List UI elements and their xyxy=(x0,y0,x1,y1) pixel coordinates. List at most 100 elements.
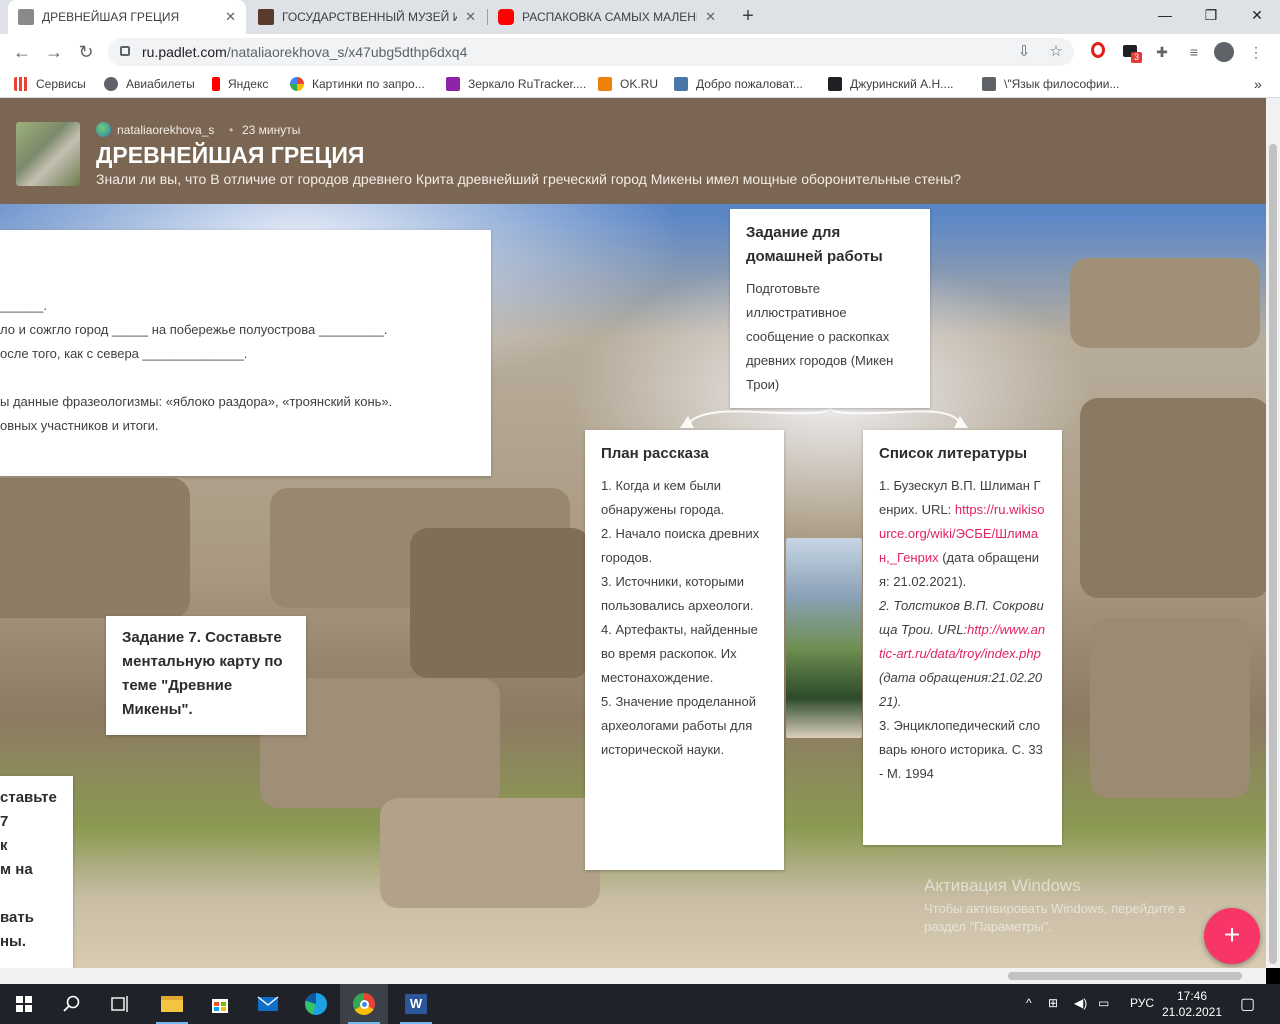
tab-strip: ДРЕВНЕЙШАЯ ГРЕЦИЯ ✕ ГОСУДАРСТВЕННЫЙ МУЗЕ… xyxy=(0,0,1280,34)
card-title: Список литературы xyxy=(879,445,1028,462)
background-rock xyxy=(380,798,600,908)
tab-youtube[interactable]: РАСПАКОВКА САМЫХ МАЛЕНЬ ✕ xyxy=(488,0,726,34)
opera-extension-icon[interactable] xyxy=(1088,42,1108,62)
youtube-favicon-icon xyxy=(498,9,514,25)
forward-icon[interactable]: → xyxy=(42,40,66,64)
more-bookmarks-icon[interactable]: » xyxy=(1254,76,1262,92)
back-icon[interactable]: ← xyxy=(10,40,34,64)
background-rock xyxy=(0,478,190,618)
tab-active[interactable]: ДРЕВНЕЙШАЯ ГРЕЦИЯ ✕ xyxy=(8,0,246,34)
page-title: ДРЕВНЕЙШАЯ ГРЕЦИЯ xyxy=(96,142,365,168)
scrollbar-thumb[interactable] xyxy=(1008,972,1242,980)
card-body: ______. ло и сожгло город _____ на побер… xyxy=(0,298,393,433)
card-plan[interactable]: План рассказа 1. Когда и кем были обнару… xyxy=(585,430,784,870)
card-title: План рассказа xyxy=(601,445,709,462)
task-view-icon[interactable] xyxy=(96,984,144,1024)
list-item: 5. Значение проделанной археологами рабо… xyxy=(601,694,756,757)
card-literature[interactable]: Список литературы 1. Бузескул В.П. Шлима… xyxy=(863,430,1062,845)
edge-icon[interactable] xyxy=(292,984,340,1024)
card-body: Подготовьте иллюстративное сообщение о р… xyxy=(746,281,894,392)
author-name[interactable]: nataliaorekhova_s xyxy=(117,123,214,137)
windows-taskbar: W ^ ⊞ ◀) ▭ РУС 17:46 21.02.2021 ▢ xyxy=(0,984,1280,1024)
notifications-icon[interactable]: ▢ xyxy=(1240,994,1255,1014)
list-item: 1. Когда и кем были обнаружены города. xyxy=(601,478,725,517)
extension-badge-icon[interactable]: 3 xyxy=(1120,42,1143,63)
card-homework[interactable]: Задание для домашней работы Подготовьте … xyxy=(730,209,930,408)
chrome-icon[interactable] xyxy=(340,984,388,1024)
volume-icon[interactable]: ◀) xyxy=(1074,996,1087,1010)
bookmarks-bar: Сервисы Авиабилеты Яндекс Картинки по за… xyxy=(0,70,1280,98)
bookmark-vk[interactable]: Добро пожаловат... xyxy=(674,76,803,92)
bookmark-star-icon[interactable]: ☆ xyxy=(1046,42,1066,62)
bookmark-ok[interactable]: OK.RU xyxy=(598,76,658,92)
background-rock xyxy=(1070,258,1260,348)
ok-icon xyxy=(598,77,612,91)
separator-dot: • xyxy=(229,123,234,137)
url-text: ru.padlet.com/nataliaorekhova_s/x47ubg5d… xyxy=(142,44,468,60)
bookmark-rutracker[interactable]: Зеркало RuTracker.... xyxy=(446,76,586,92)
install-icon[interactable]: ⇩ xyxy=(1014,42,1034,62)
close-window-button[interactable]: ✕ xyxy=(1234,0,1280,30)
tab-title: ГОСУДАРСТВЕННЫЙ МУЗЕЙ ИЗ xyxy=(282,10,458,24)
gate-opening-view xyxy=(786,538,862,738)
card-title: Задание 7. Составьте ментальную карту по… xyxy=(122,629,283,718)
store-icon[interactable] xyxy=(196,984,244,1024)
language-indicator[interactable]: РУС xyxy=(1130,996,1154,1010)
new-tab-button[interactable]: + xyxy=(736,4,760,28)
document-icon xyxy=(828,77,842,91)
windows-activation-watermark: Активация Windows Чтобы активировать Win… xyxy=(924,876,1186,934)
background-rock xyxy=(1080,398,1266,598)
search-icon[interactable] xyxy=(48,984,96,1024)
list-item: 3. Источники, которыми пользовались архе… xyxy=(601,574,754,613)
page-icon xyxy=(982,77,996,91)
globe-icon xyxy=(96,122,111,137)
close-icon[interactable]: ✕ xyxy=(225,9,236,25)
close-icon[interactable]: ✕ xyxy=(465,9,476,25)
padlet-board: nataliaorekhova_s • 23 минуты ДРЕВНЕЙШАЯ… xyxy=(0,98,1266,968)
word-icon[interactable]: W xyxy=(392,984,440,1024)
card-body: 1. Когда и кем были обнаружены города. 2… xyxy=(601,474,768,762)
list-item: 4. Артефакты, найденные во время раскопо… xyxy=(601,622,758,685)
bookmark-google-images[interactable]: Картинки по запро... xyxy=(290,76,425,92)
bookmark-aviatickets[interactable]: Авиабилеты xyxy=(104,76,195,92)
card-title: ставьте 7 к м на вать ны. xyxy=(0,789,57,950)
address-bar[interactable]: ru.padlet.com/nataliaorekhova_s/x47ubg5d… xyxy=(108,38,1074,66)
browser-toolbar: ← → ↻ ru.padlet.com/nataliaorekhova_s/x4… xyxy=(0,34,1280,70)
minimize-button[interactable]: — xyxy=(1142,0,1188,30)
vk-icon xyxy=(674,77,688,91)
bookmark-philosophy[interactable]: \"Язык философии... xyxy=(982,76,1119,92)
lock-icon xyxy=(120,46,130,56)
windows-start-icon[interactable] xyxy=(0,984,48,1024)
bookmark-services[interactable]: Сервисы xyxy=(14,76,86,92)
media-queue-icon[interactable]: ≡ xyxy=(1184,42,1204,62)
maximize-button[interactable]: ❐ xyxy=(1188,0,1234,30)
tab-museum[interactable]: ГОСУДАРСТВЕННЫЙ МУЗЕЙ ИЗ ✕ xyxy=(248,0,486,34)
close-icon[interactable]: ✕ xyxy=(705,9,716,25)
keyboard-icon[interactable]: ▭ xyxy=(1098,996,1109,1010)
card-partial[interactable]: ставьте 7 к м на вать ны. xyxy=(0,776,73,968)
museum-favicon-icon xyxy=(258,9,274,25)
show-hidden-icons-icon[interactable]: ^ xyxy=(1026,996,1032,1010)
profile-avatar-icon[interactable] xyxy=(1214,42,1234,62)
scrollbar-thumb[interactable] xyxy=(1269,144,1277,964)
add-post-button[interactable]: + xyxy=(1204,908,1260,964)
vertical-scrollbar[interactable] xyxy=(1266,98,1280,968)
apps-grid-icon xyxy=(14,77,28,91)
file-explorer-icon[interactable] xyxy=(148,984,196,1024)
card-task7[interactable]: Задание 7. Составьте ментальную карту по… xyxy=(106,616,306,735)
rutracker-icon xyxy=(446,77,460,91)
card-questions[interactable]: ______. ло и сожгло город _____ на побер… xyxy=(0,230,491,476)
bookmark-yandex[interactable]: Яндекс xyxy=(212,76,268,92)
reload-icon[interactable]: ↻ xyxy=(74,40,98,64)
menu-dots-icon[interactable]: ⋮ xyxy=(1246,42,1266,62)
padlet-header: nataliaorekhova_s • 23 минуты ДРЕВНЕЙШАЯ… xyxy=(0,98,1266,204)
mail-icon[interactable] xyxy=(244,984,292,1024)
padlet-favicon-icon xyxy=(18,9,34,25)
clock[interactable]: 17:46 21.02.2021 xyxy=(1160,988,1224,1020)
bookmark-dzhurinsky[interactable]: Джуринский А.Н.... xyxy=(828,76,954,92)
card-body: 1. Бузескул В.П. Шлиман Генрих. URL: htt… xyxy=(879,478,1046,781)
horizontal-scrollbar[interactable] xyxy=(0,968,1266,984)
card-title: Задание для домашней работы xyxy=(746,224,883,265)
network-icon[interactable]: ⊞ xyxy=(1048,996,1058,1010)
extensions-puzzle-icon[interactable]: ✚ xyxy=(1152,42,1172,62)
